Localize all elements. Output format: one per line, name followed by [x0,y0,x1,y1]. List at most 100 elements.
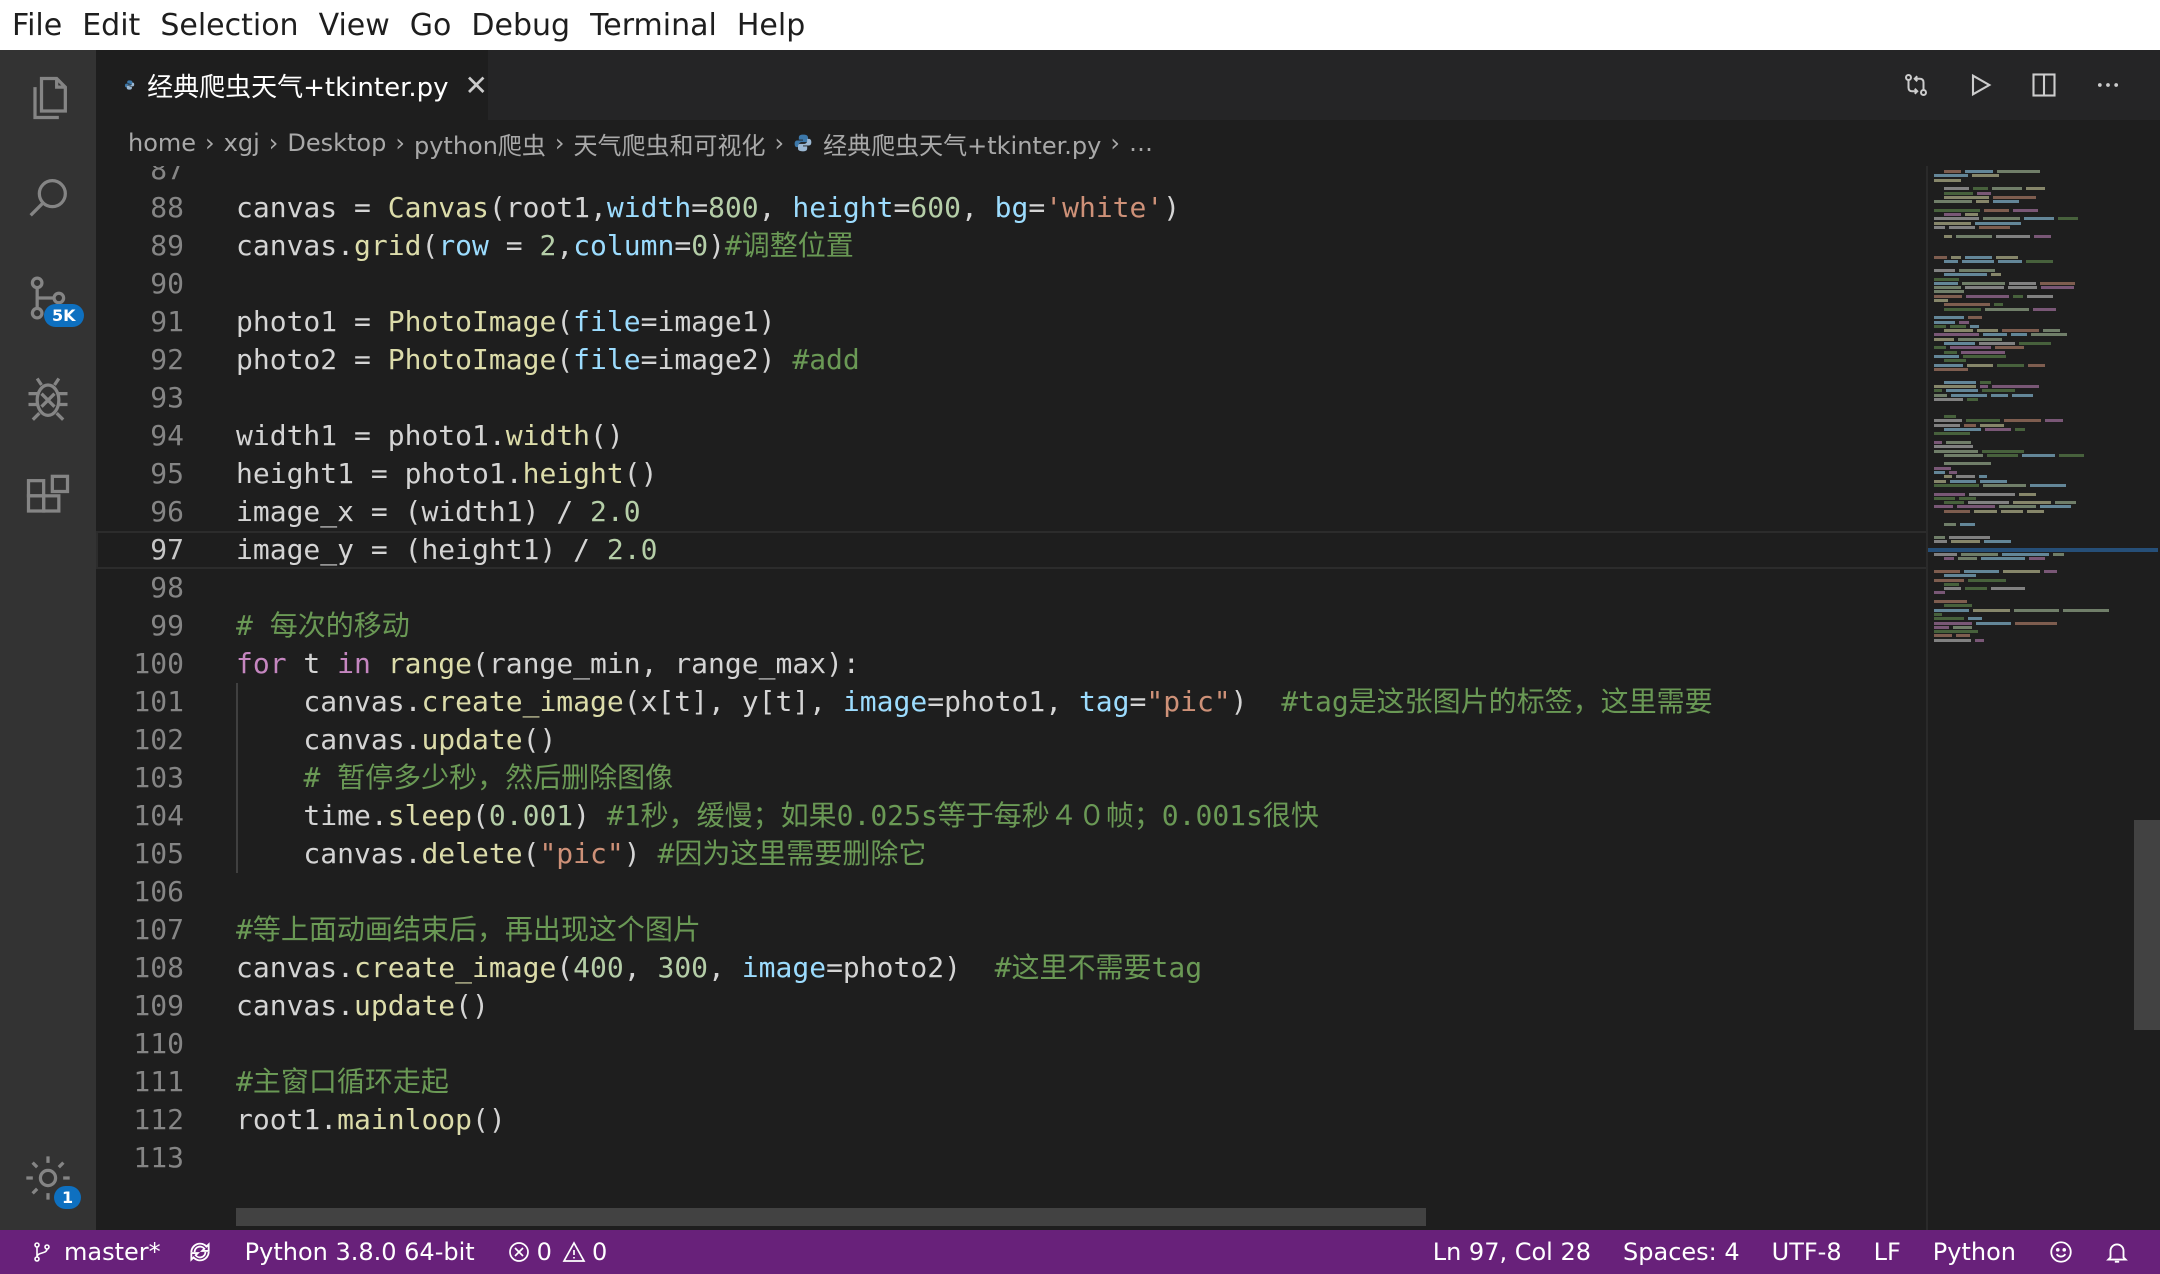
code-line[interactable]: 96 image_x = (width1) / 2.0 [96,493,1928,531]
status-bar-right: Ln 97, Col 28 Spaces: 4 UTF-8 LF Python [1433,1230,2160,1274]
git-branch-icon [34,1242,50,1262]
notifications-button[interactable] [2104,1239,2130,1265]
line-ending[interactable]: LF [1874,1238,1901,1266]
code-line[interactable]: 88 canvas = Canvas(root1,width=800, heigh… [96,189,1928,227]
code-line[interactable]: 102 canvas.update() [96,721,1928,759]
code-line[interactable]: 91 photo1 = PhotoImage(file=image1) [96,303,1928,341]
language-mode[interactable]: Python [1933,1238,2016,1266]
cursor-position[interactable]: Ln 97, Col 28 [1433,1238,1591,1266]
menu-go[interactable]: Go [410,8,452,43]
minimap-line [1944,273,1987,277]
code-line[interactable]: 101 canvas.create_image(x[t], y[t], imag… [96,683,1928,721]
split-editor-button[interactable] [2012,50,2076,120]
breadcrumb-weather-folder[interactable]: 天气爬虫和可视化 [574,126,766,161]
code-token: root1 [236,1103,321,1136]
code-line[interactable]: 107 #等上面动画结束后，再出现这个图片 [96,911,1928,949]
minimap-line [1959,268,1995,272]
code-line[interactable]: 99 # 每次的移动 [96,607,1928,645]
sync-button[interactable] [187,1239,213,1265]
code-text: canvas.grid(row = 2,column=0)#调整位置 [236,227,854,265]
code-line[interactable]: 93 [96,379,1928,417]
minimap-line [1944,195,1989,199]
code-token: #因为这里需要删除它 [657,837,927,870]
horizontal-scrollbar-thumb[interactable] [236,1208,1426,1226]
code-line[interactable]: 109 canvas.update() [96,987,1928,1025]
line-number: 94 [150,419,184,452]
minimap-line [1981,557,2025,560]
menu-help[interactable]: Help [737,8,805,43]
search-button[interactable] [0,150,96,246]
debug-button[interactable] [0,350,96,446]
code-text: for t in range(range_min, range_max): [236,645,860,683]
breadcrumb-python-folder[interactable]: python爬虫 [414,126,546,161]
encoding[interactable]: UTF-8 [1772,1238,1842,1266]
menu-selection[interactable]: Selection [160,8,298,43]
code-line[interactable]: 95 height1 = photo1.height() [96,455,1928,493]
breadcrumb-home[interactable]: home [128,129,196,157]
code-line[interactable]: 111 #主窗口循环走起 [96,1063,1928,1101]
minimap-line [1977,329,1998,333]
tab-close-button[interactable]: ✕ [465,69,488,102]
settings-button[interactable]: 1 [0,1130,96,1226]
breadcrumb-desktop[interactable]: Desktop [287,129,386,157]
code-line[interactable]: 105 canvas.delete("pic") #因为这里需要删除它 [96,835,1928,873]
menu-file[interactable]: File [12,8,62,43]
breadcrumb-xgj[interactable]: xgj [224,129,260,157]
minimap-line [2022,453,2055,457]
code-line[interactable]: 113 [96,1139,1928,1177]
minimap[interactable] [1926,166,2160,1230]
more-actions-button[interactable] [2076,50,2140,120]
indentation[interactable]: Spaces: 4 [1623,1238,1740,1266]
menu-view[interactable]: View [319,8,390,43]
files-icon [33,76,67,120]
extensions-button[interactable] [0,450,96,546]
minimap-line [1934,299,1948,302]
explorer-button[interactable] [0,50,96,146]
menu-terminal[interactable]: Terminal [590,8,717,43]
code-line[interactable]: 110 [96,1025,1928,1063]
source-control-button[interactable]: 5K [0,250,96,346]
code-line[interactable]: 100 for t in range(range_min, range_max): [96,645,1928,683]
branch-status[interactable]: master* [30,1238,161,1266]
open-changes-button[interactable] [1884,50,1948,120]
minimap-line [1944,557,1954,560]
code-token: image [842,685,928,718]
code-token: in [337,647,371,680]
code-line[interactable]: 104 time.sleep(0.001) #1秒，缓慢；如果0.025s等于每… [96,797,1928,835]
code-line[interactable]: 87 [96,166,1928,189]
minimap-line [1997,170,2040,173]
code-token: # 暂停多少秒，然后删除图像 [303,761,674,794]
code-line[interactable]: 92 photo2 = PhotoImage(file=image2) #add [96,341,1928,379]
minimap-line [1944,501,1964,505]
code-token: photo1 [944,685,1046,718]
code-token: . [488,419,506,452]
code-line[interactable]: 90 [96,265,1928,303]
tab-active-file[interactable]: 经典爬虫天气+tkinter.py ✕ [96,50,488,120]
code-line[interactable]: 94 width1 = photo1.width() [96,417,1928,455]
code-token: Canvas [387,191,489,224]
code-line[interactable]: 103 # 暂停多少秒，然后删除图像 [96,759,1928,797]
code-line[interactable]: 106 [96,873,1928,911]
code-line[interactable]: 89 canvas.grid(row = 2,column=0)#调整位置 [96,227,1928,265]
code-token: , [758,191,793,224]
minimap-line [1934,363,1963,367]
code-line[interactable]: 97 image_y = (height1) / 2.0 [96,531,1928,569]
breadcrumb-file[interactable]: 经典爬虫天气+tkinter.py [823,126,1101,161]
code-token: width [505,419,591,452]
problems-status[interactable]: 0 0 [507,1238,607,1266]
minimap-line [1951,393,1987,397]
code-editor[interactable]: 87 88 canvas = Canvas(root1,width=800, hei… [96,166,1928,1230]
line-number: 89 [150,229,184,262]
menu-debug[interactable]: Debug [471,8,570,43]
feedback-button[interactable] [2048,1239,2074,1265]
code-line[interactable]: 108 canvas.create_image(400, 300, image=p… [96,949,1928,987]
menu-edit[interactable]: Edit [82,8,140,43]
code-line[interactable]: 98 [96,569,1928,607]
vertical-scrollbar-thumb[interactable] [2134,820,2160,1030]
breadcrumb-symbols[interactable]: … [1129,129,1153,157]
code-token: = [893,191,911,224]
run-button[interactable] [1948,50,2012,120]
python-interpreter[interactable]: Python 3.8.0 64-bit [245,1238,475,1266]
code-line[interactable]: 112 root1.mainloop() [96,1101,1928,1139]
minimap-line [1934,479,1946,483]
